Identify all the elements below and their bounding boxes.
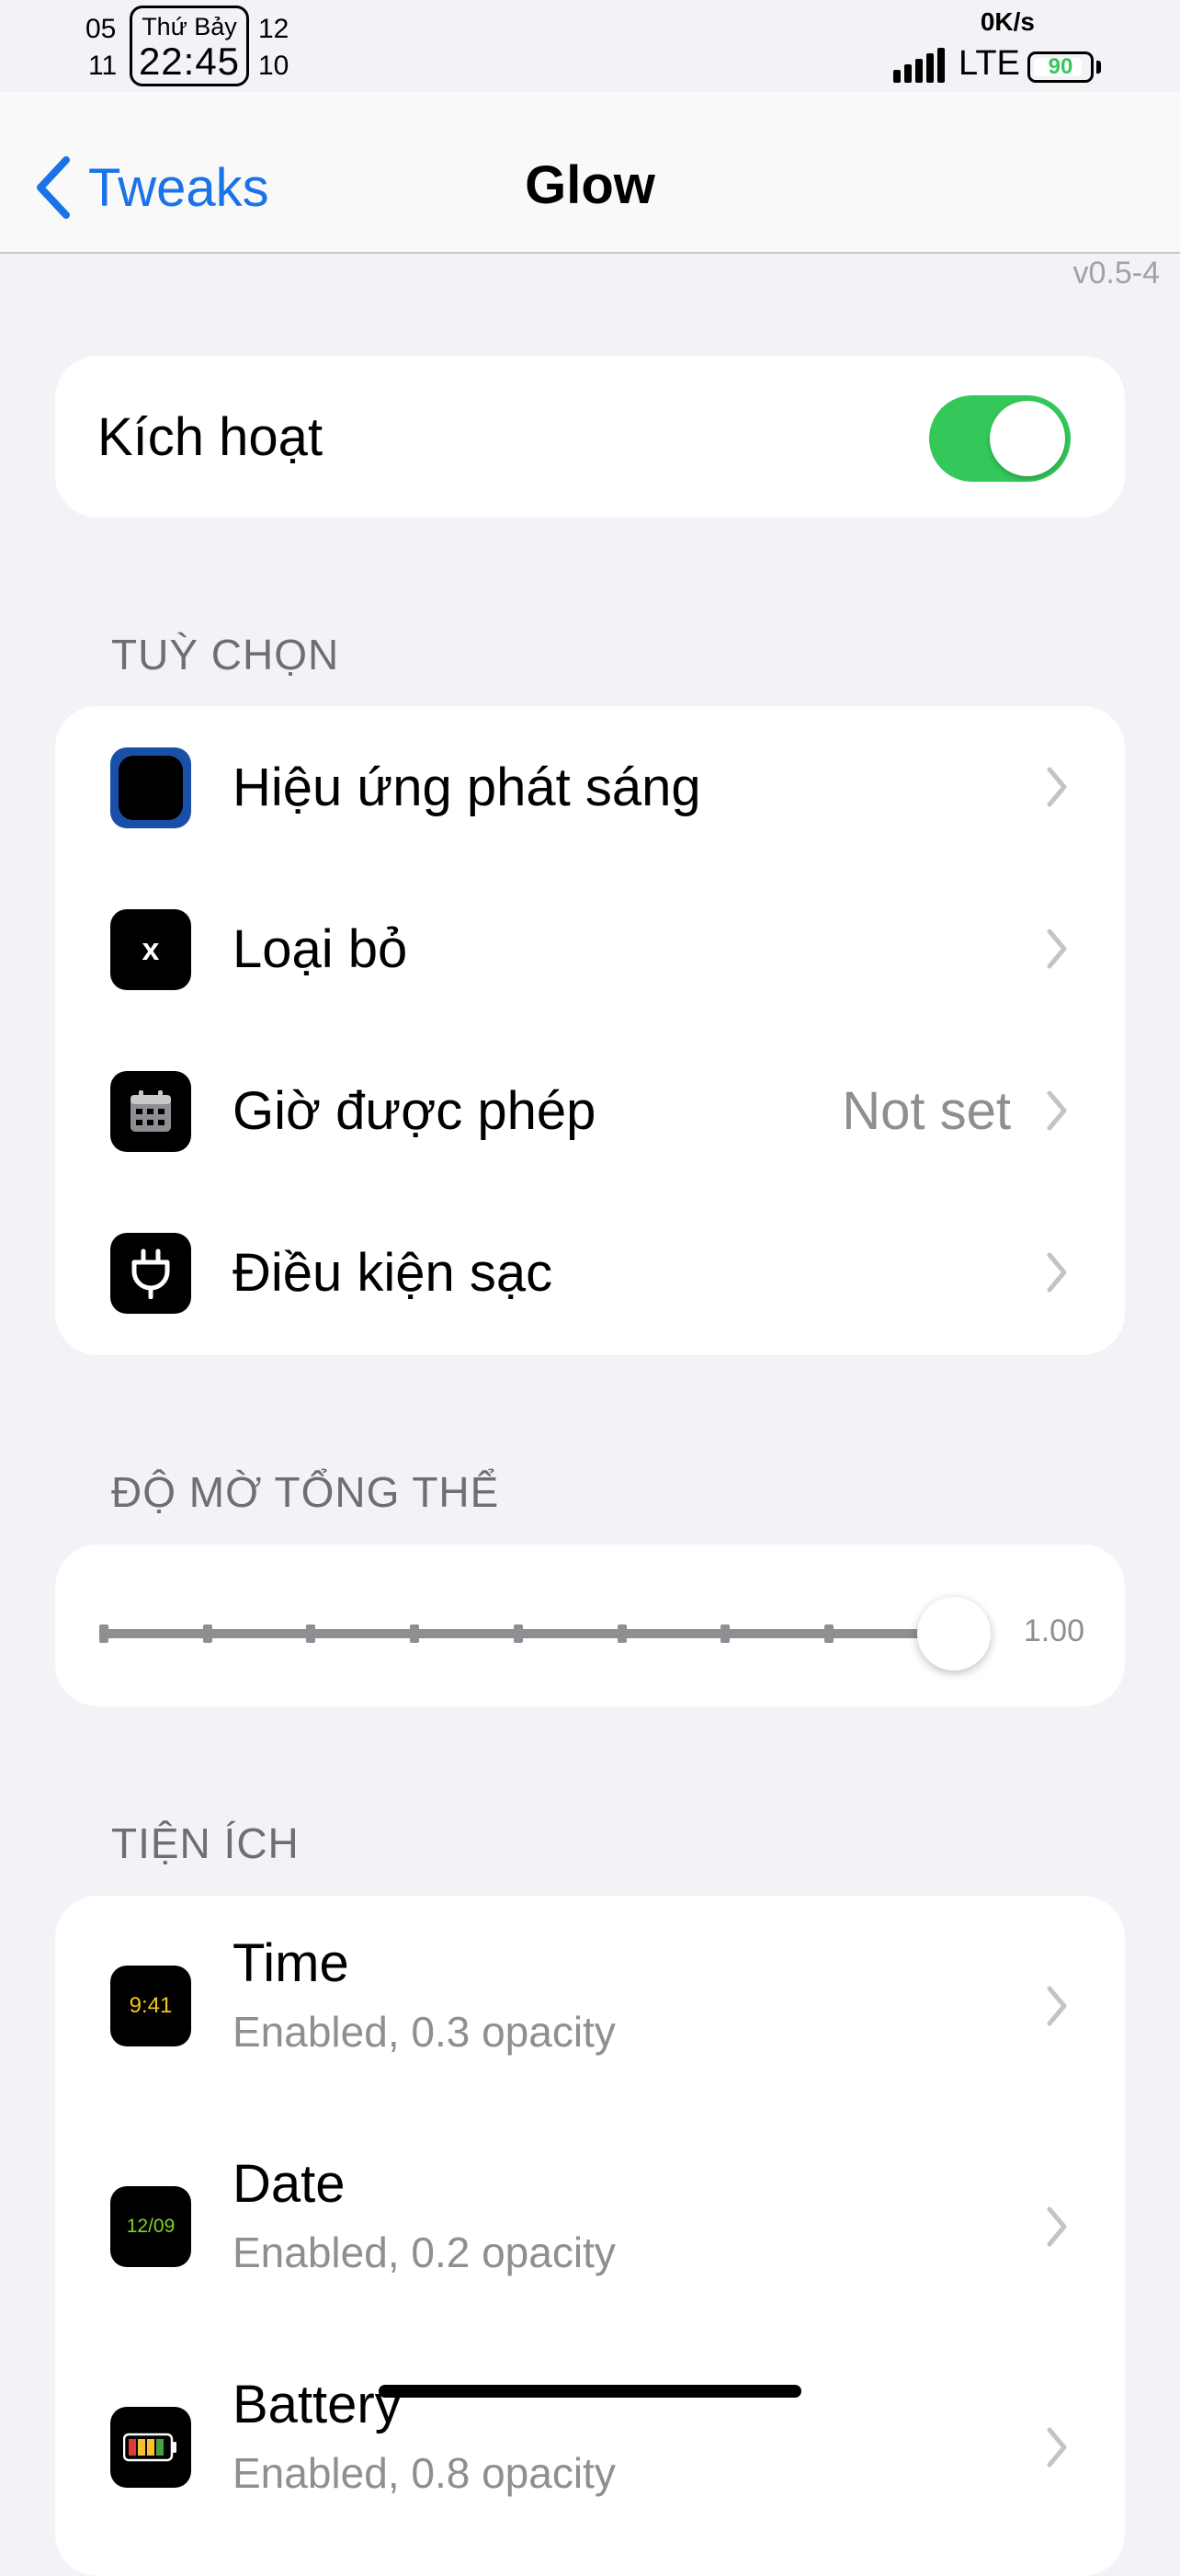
opacity-card: 1.00 <box>55 1544 1125 1706</box>
carrier-label: LTE <box>959 44 1020 83</box>
page-title: Glow <box>525 155 655 215</box>
widget-label: Date <box>233 2154 346 2214</box>
slider-tick <box>306 1624 316 1643</box>
home-indicator[interactable] <box>379 2385 801 2398</box>
chevron-right-icon <box>1047 1252 1067 1293</box>
battery-percent: 90 <box>1048 54 1073 79</box>
date-icon: 12/09 <box>110 2186 191 2267</box>
widget-label: Time <box>233 1933 349 1993</box>
chevron-right-icon <box>1047 2427 1067 2468</box>
status-date-right-bottom: 10 <box>258 51 289 81</box>
opacity-slider-knob[interactable] <box>917 1597 991 1670</box>
widget-sublabel: Enabled, 0.2 opacity <box>233 2228 616 2276</box>
slider-tick <box>410 1624 420 1643</box>
slider-tick <box>823 1624 834 1643</box>
option-remove[interactable]: x Loại bỏ <box>55 868 1125 1030</box>
option-label: Loại bỏ <box>233 918 408 979</box>
status-time: 22:45 <box>138 40 241 83</box>
allowed-hours-value: Not set <box>842 1080 1011 1141</box>
option-label: Hiệu ứng phát sáng <box>233 757 701 817</box>
status-clock: Thứ Bảy 22:45 <box>130 6 249 86</box>
status-date-left-top: 05 <box>85 14 117 44</box>
opacity-slider-track[interactable] <box>99 1624 954 1643</box>
battery-bars-icon <box>110 2407 191 2488</box>
date-icon-text: 12/09 <box>126 2216 176 2237</box>
plug-icon <box>110 1233 191 1314</box>
chevron-right-icon <box>1047 1986 1067 2026</box>
widget-battery[interactable]: Battery Enabled, 0.8 opacity <box>55 2337 1125 2558</box>
chevron-right-icon <box>1047 1090 1067 1131</box>
widget-sublabel: Enabled, 0.3 opacity <box>233 2008 616 2056</box>
widget-label: Battery <box>233 2375 402 2434</box>
slider-tick <box>202 1624 212 1643</box>
enable-card: Kích hoạt <box>55 356 1125 518</box>
option-label: Giờ được phép <box>233 1080 596 1141</box>
chevron-right-icon <box>1047 2206 1067 2247</box>
time-icon: 9:41 <box>110 1966 191 2046</box>
status-day: Thứ Bảy <box>142 13 237 40</box>
opacity-header: ĐỘ MỜ TỔNG THỂ <box>111 1468 500 1516</box>
status-date-left-bottom: 11 <box>88 51 118 81</box>
navigation-bar: Tweaks Glow <box>0 92 1180 254</box>
widget-sublabel: Enabled, 0.8 opacity <box>233 2449 616 2497</box>
calendar-icon <box>110 1071 191 1152</box>
slider-tick <box>720 1624 731 1643</box>
slider-tick <box>99 1624 108 1643</box>
enable-label: Kích hoạt <box>97 406 323 467</box>
widget-date[interactable]: 12/09 Date Enabled, 0.2 opacity <box>55 2116 1125 2337</box>
signal-icon <box>893 48 945 83</box>
slider-tick <box>617 1624 627 1643</box>
network-speed: 0K/s <box>980 7 1035 36</box>
time-icon-text: 9:41 <box>129 1993 173 2018</box>
battery-tip <box>1096 61 1101 74</box>
widget-time[interactable]: 9:41 Time Enabled, 0.3 opacity <box>55 1896 1125 2116</box>
widgets-header: TIỆN ÍCH <box>111 1819 300 1867</box>
version-label: v0.5-4 <box>1072 256 1161 291</box>
status-bar: 05 11 Thứ Bảy 22:45 12 10 0K/s LTE 90 <box>0 0 1180 92</box>
chevron-right-icon <box>1047 929 1067 969</box>
option-label: Điều kiện sạc <box>233 1242 553 1303</box>
widgets-card: 9:41 Time Enabled, 0.3 opacity 12/09 Dat… <box>55 1896 1125 2576</box>
option-allowed-hours[interactable]: Giờ được phép Not set <box>55 1030 1125 1191</box>
toggle-knob <box>990 401 1065 476</box>
battery-icon: 90 <box>1027 51 1094 83</box>
x-icon: x <box>110 909 191 990</box>
status-date-right-top: 12 <box>258 14 289 44</box>
glow-icon <box>110 747 191 828</box>
slider-tick <box>513 1624 523 1643</box>
option-charging-condition[interactable]: Điều kiện sạc <box>55 1191 1125 1353</box>
enable-row: Kích hoạt <box>55 356 1125 518</box>
option-glow-effect[interactable]: Hiệu ứng phát sáng <box>55 706 1125 868</box>
options-card: Hiệu ứng phát sáng x Loại bỏ Giờ được ph… <box>55 706 1125 1355</box>
opacity-value: 1.00 <box>1023 1613 1084 1648</box>
options-header: TUỲ CHỌN <box>111 631 340 678</box>
chevron-right-icon <box>1047 767 1067 807</box>
enable-toggle[interactable] <box>929 395 1071 482</box>
